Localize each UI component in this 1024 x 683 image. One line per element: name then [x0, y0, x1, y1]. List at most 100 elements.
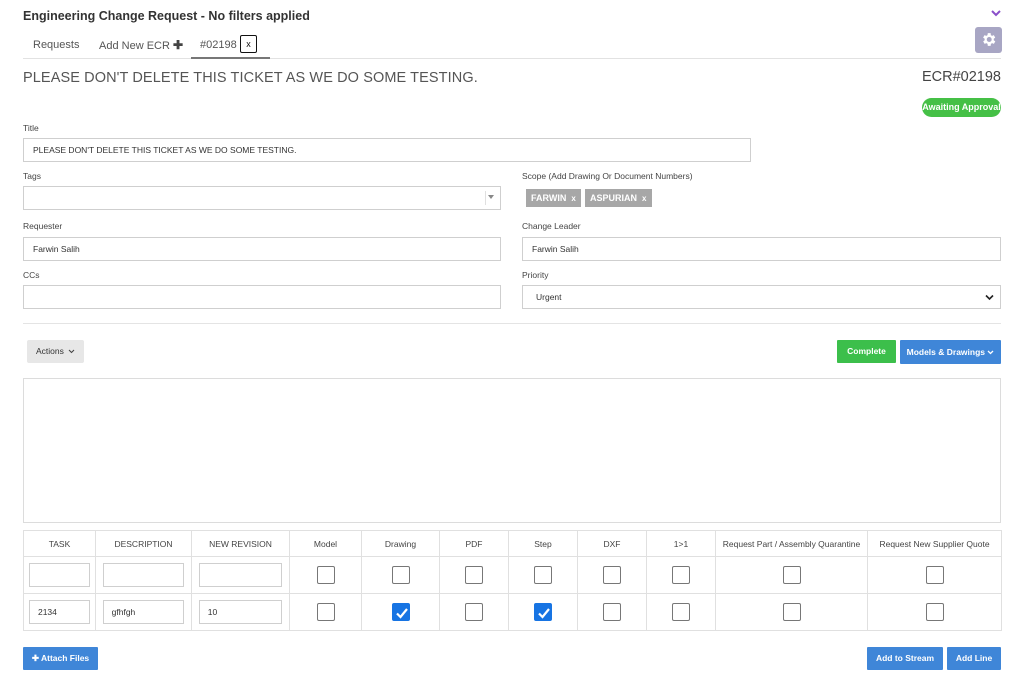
title-input[interactable]: PLEASE DON'T DELETE THIS TICKET AS WE DO… — [23, 138, 751, 162]
model-checkbox[interactable] — [316, 565, 335, 584]
actions-button[interactable]: Actions — [27, 340, 84, 363]
status-badge: Awaiting Approval — [922, 98, 1001, 117]
task-cell: 2134 — [23, 593, 96, 631]
step-checkbox[interactable] — [534, 602, 552, 621]
drawing-cell — [361, 556, 440, 594]
column-header-1to1: 1>1 — [646, 530, 716, 557]
page-title: Engineering Change Request - No filters … — [23, 9, 310, 23]
complete-button[interactable]: Complete — [837, 340, 896, 363]
scope-label: Scope (Add Drawing Or Document Numbers) — [522, 171, 693, 181]
quarantine-checkbox[interactable] — [782, 602, 801, 621]
dxf-checkbox[interactable] — [603, 602, 621, 621]
column-header-model: Model — [289, 530, 362, 557]
pdf-checkbox[interactable] — [465, 602, 483, 621]
task-table: TASK DESCRIPTION NEW REVISION Model Draw… — [23, 530, 1002, 631]
priority-select-value: Urgent — [536, 292, 562, 302]
task-input[interactable]: 2134 — [28, 600, 91, 624]
column-header-description: DESCRIPTION — [95, 530, 192, 557]
chevron-down-icon — [68, 349, 75, 354]
remove-chip-icon[interactable]: x — [571, 194, 575, 203]
chevron-down-icon — [987, 350, 994, 355]
tab-requests-label: Requests — [33, 39, 80, 51]
checkmark-icon — [538, 608, 550, 619]
column-header-quarantine: Request Part / Assembly Quarantine — [715, 530, 868, 557]
ticket-heading: PLEASE DON'T DELETE THIS TICKET AS WE DO… — [23, 70, 478, 86]
new-revision-cell — [191, 556, 290, 594]
models-drawings-label: Models & Drawings — [906, 347, 986, 357]
checkmark-icon — [395, 608, 408, 619]
quarantine-cell — [715, 556, 868, 594]
description-input[interactable]: gfhfgh — [102, 600, 185, 624]
priority-label: Priority — [522, 270, 549, 280]
description-input[interactable] — [102, 563, 185, 587]
column-header-supplier-quote: Request New Supplier Quote — [867, 530, 1002, 557]
model-checkbox[interactable] — [316, 602, 335, 621]
scope-chip-label: FARWIN — [531, 193, 567, 203]
requester-input[interactable]: Farwin Salih — [23, 237, 501, 261]
supplier-quote-cell — [867, 556, 1002, 594]
1to1-cell — [646, 556, 716, 594]
quarantine-checkbox[interactable] — [782, 565, 801, 584]
tab-ticket-label: #02198 — [200, 39, 237, 51]
dxf-checkbox[interactable] — [603, 565, 621, 584]
add-line-button[interactable]: Add Line — [947, 647, 1001, 670]
close-icon[interactable]: x — [240, 35, 257, 53]
drawing-cell — [361, 593, 440, 631]
pdf-checkbox[interactable] — [465, 565, 483, 584]
settings-button[interactable] — [975, 27, 1002, 53]
description-editor[interactable] — [23, 378, 1001, 523]
new-revision-input[interactable]: 10 — [198, 600, 283, 624]
drawing-checkbox[interactable] — [391, 602, 410, 621]
change-leader-input[interactable]: Farwin Salih — [522, 237, 1001, 261]
tab-requests[interactable]: Requests — [33, 33, 79, 59]
attach-files-button[interactable]: ✚ Attach Files — [23, 647, 98, 670]
1to1-checkbox[interactable] — [672, 565, 690, 584]
section-divider — [23, 323, 1001, 324]
priority-select[interactable]: Urgent — [522, 285, 1001, 309]
gear-icon — [983, 33, 996, 46]
step-checkbox[interactable] — [534, 565, 552, 584]
title-input-value: PLEASE DON'T DELETE THIS TICKET AS WE DO… — [33, 145, 297, 155]
add-to-stream-button[interactable]: Add to Stream — [867, 647, 943, 670]
scope-chip-farwin: FARWIN x — [526, 189, 581, 207]
column-header-pdf: PDF — [439, 530, 509, 557]
description-cell — [95, 556, 192, 594]
models-drawings-button[interactable]: Models & Drawings — [900, 340, 1001, 364]
model-cell — [289, 556, 362, 594]
plus-icon: ✚ — [172, 38, 184, 52]
pdf-cell — [439, 593, 509, 631]
table-header-row: TASK DESCRIPTION NEW REVISION Model Draw… — [23, 530, 1002, 557]
scope-chip-aspurian: ASPURIAN x — [585, 189, 652, 207]
change-leader-input-value: Farwin Salih — [532, 244, 579, 254]
new-revision-input[interactable] — [198, 563, 283, 587]
1to1-cell — [646, 593, 716, 631]
new-revision-cell: 10 — [191, 593, 290, 631]
column-header-drawing: Drawing — [361, 530, 440, 557]
supplier-quote-checkbox[interactable] — [925, 602, 944, 621]
tab-bar: Requests Add New ECR ✚ #02198 x — [23, 33, 1001, 59]
1to1-checkbox[interactable] — [672, 602, 690, 621]
chevron-down-icon[interactable] — [990, 8, 1002, 18]
model-cell — [289, 593, 362, 631]
plus-icon: ✚ — [31, 653, 39, 663]
drawing-checkbox[interactable] — [391, 565, 410, 584]
supplier-quote-cell — [867, 593, 1002, 631]
scope-chips: FARWIN x ASPURIAN x — [526, 189, 826, 207]
tags-label: Tags — [23, 171, 41, 181]
tab-ticket-02198[interactable]: #02198 x — [191, 33, 270, 59]
dxf-cell — [577, 556, 647, 594]
step-cell — [508, 593, 578, 631]
tags-select[interactable] — [23, 186, 501, 210]
ccs-input[interactable] — [23, 285, 501, 309]
task-cell — [23, 556, 96, 594]
quarantine-cell — [715, 593, 868, 631]
ccs-label: CCs — [23, 270, 40, 280]
supplier-quote-checkbox[interactable] — [925, 565, 944, 584]
remove-chip-icon[interactable]: x — [642, 194, 646, 203]
column-header-new-revision: NEW REVISION — [191, 530, 290, 557]
tab-add-new-ecr[interactable]: Add New ECR ✚ — [99, 33, 183, 59]
ecr-number: ECR#02198 — [922, 69, 1001, 85]
task-input[interactable] — [28, 563, 91, 587]
requester-input-value: Farwin Salih — [33, 244, 80, 254]
tags-select-divider — [485, 191, 486, 205]
